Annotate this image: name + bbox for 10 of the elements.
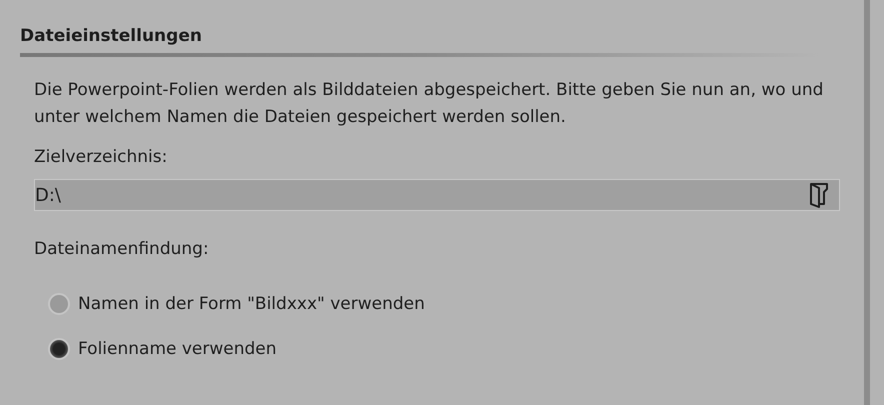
section-title: Dateieinstellungen (20, 25, 203, 48)
radio-label[interactable]: Folienname verwenden (78, 338, 277, 358)
radio-label[interactable]: Namen in der Form "Bildxxx" verwenden (78, 294, 425, 314)
field-label: Dateinamenfindung: (34, 238, 210, 261)
field-label: Zielverzeichnis: (34, 146, 168, 169)
folder-field[interactable]: D:\ (34, 179, 840, 211)
description-text: Die Powerpoint-Folien werden als Bilddateien abgespeichert. Bitte geben Sie nun an, wo und unter welchem Namen die Dateien gespeichert werden sollen. (34, 79, 824, 129)
folder-icon[interactable] (809, 182, 829, 208)
radio-button[interactable] (48, 292, 70, 314)
radio-button[interactable] (48, 338, 70, 360)
